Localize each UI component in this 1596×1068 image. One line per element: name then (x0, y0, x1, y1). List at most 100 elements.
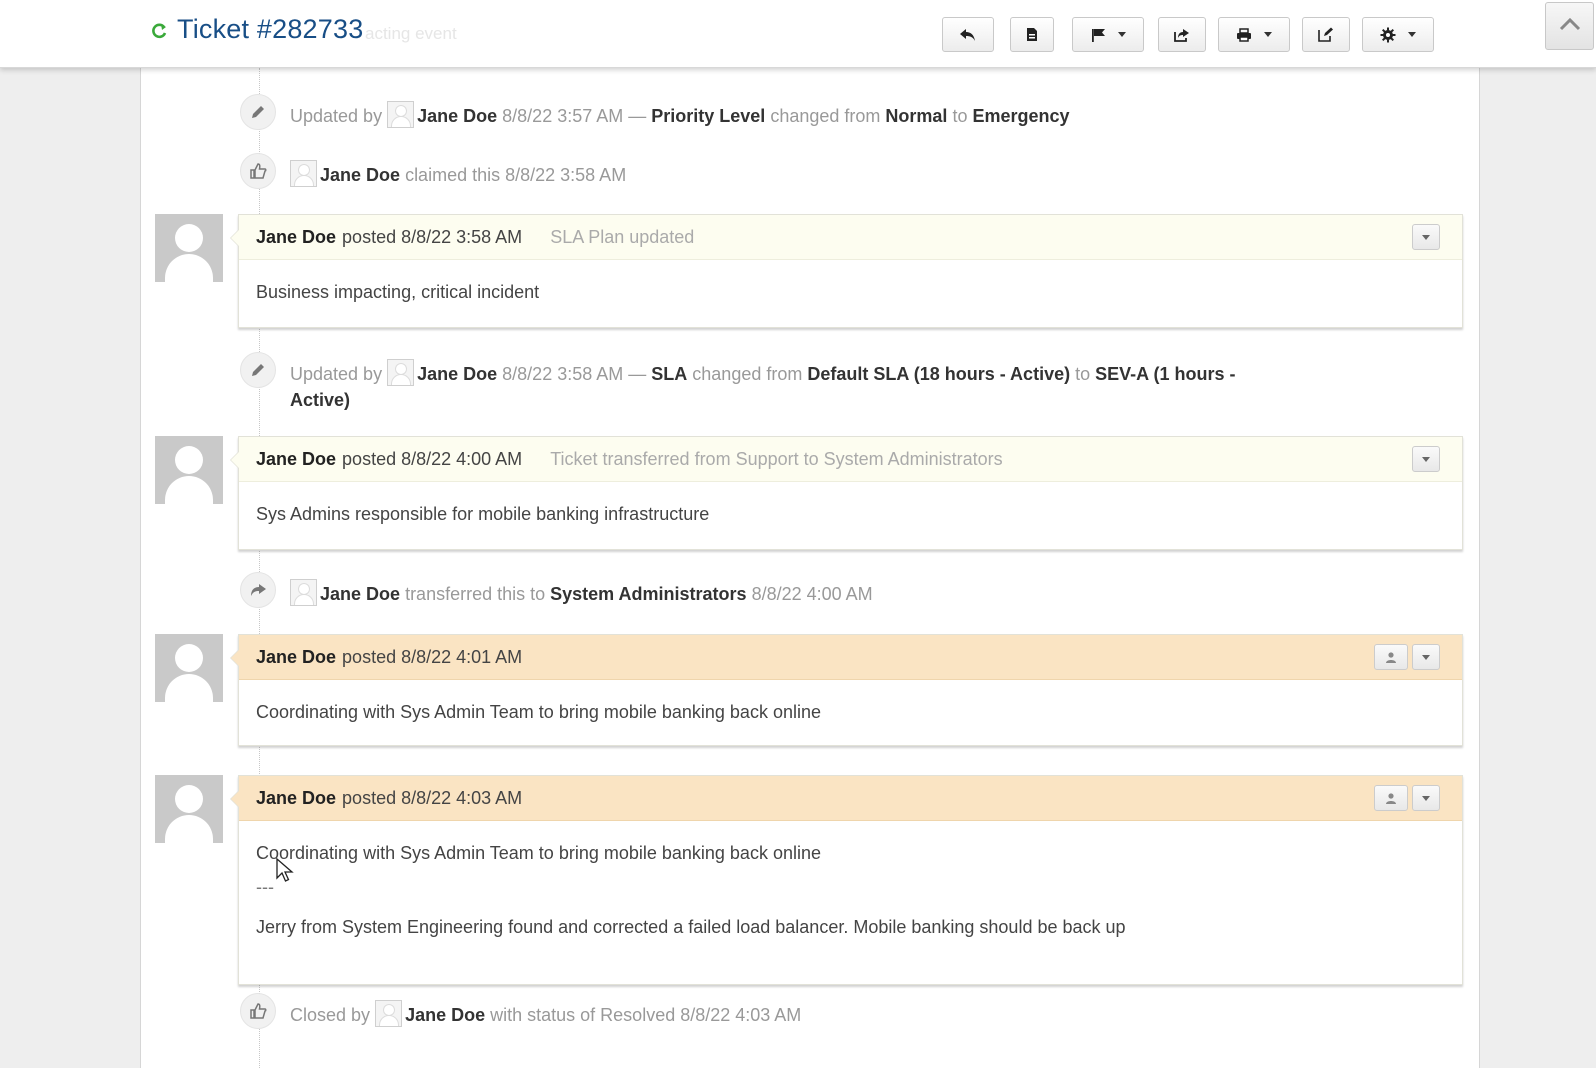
event-target: System Administrators (550, 584, 747, 604)
event-action: with status of Resolved 8/8/22 4:03 AM (490, 1005, 802, 1025)
post-body: Business impacting, critical incident (239, 260, 1462, 322)
post-timestamp: posted 8/8/22 4:03 AM (342, 787, 523, 808)
event-to-text: to (952, 106, 968, 126)
user-avatar (290, 579, 317, 606)
event-text: Jane Doe transferred this to System Admi… (290, 579, 873, 607)
event-action: transferred this to (405, 584, 546, 604)
post-body-text: Business impacting, critical incident (256, 282, 540, 302)
print-dropdown-button[interactable] (1218, 17, 1290, 52)
thumbs-up-icon (240, 153, 276, 189)
refresh-icon[interactable] (150, 21, 170, 43)
event-from-value: Normal (885, 106, 948, 126)
event-from-value: Default SLA (18 hours - Active) (807, 364, 1071, 384)
transfer-button[interactable] (1158, 17, 1206, 52)
post-title: Ticket transferred from Support to Syste… (550, 448, 1003, 469)
save-button[interactable] (1010, 17, 1054, 52)
event-text: Closed by Jane Doe with status of Resolv… (290, 1000, 801, 1028)
event-changed-text: changed from (770, 106, 881, 126)
scroll-to-top-button[interactable] (1545, 2, 1594, 50)
thread-event-transferred: Jane Doe transferred this to System Admi… (240, 572, 873, 608)
post-header: Jane Doe posted 8/8/22 4:03 AM (239, 776, 1462, 821)
event-prefix: Updated by (290, 364, 383, 384)
thumbs-up-icon (240, 993, 276, 1029)
thread-event-priority-change: Updated by Jane Doe 8/8/22 3:57 AM — Pri… (240, 94, 1070, 130)
post-header: Jane Doe posted 8/8/22 4:01 AM (239, 635, 1462, 680)
settings-dropdown-button[interactable] (1362, 17, 1434, 52)
event-field: SLA (651, 364, 688, 384)
post-body-text: Coordinating with Sys Admin Team to brin… (256, 843, 821, 863)
chevron-up-icon (1559, 17, 1581, 36)
chevron-down-icon (1408, 32, 1416, 37)
post-body-text: Sys Admins responsible for mobile bankin… (256, 504, 710, 524)
event-text: Updated by Jane Doe 8/8/22 3:57 AM — Pri… (290, 101, 1070, 129)
thread-event-sla-change: Updated by Jane Doe 8/8/22 3:58 AM — SLA… (240, 352, 1350, 412)
user-avatar (375, 1000, 403, 1027)
event-user[interactable]: Jane Doe (417, 106, 497, 126)
post-author[interactable]: Jane Doe (256, 449, 336, 470)
chevron-down-icon (1422, 654, 1430, 660)
pencil-icon (240, 352, 276, 388)
event-changed-text: changed from (692, 364, 803, 384)
post-user-button[interactable] (1374, 644, 1408, 670)
event-to-value: Emergency (972, 106, 1070, 126)
post-body: Coordinating with Sys Admin Team to brin… (239, 821, 1462, 957)
event-user[interactable]: Jane Doe (320, 165, 400, 185)
thread-event-claimed: Jane Doe claimed this 8/8/22 3:58 AM (240, 153, 626, 189)
event-to-text: to (1075, 364, 1091, 384)
reply-icon (959, 28, 977, 42)
pencil-icon (240, 94, 276, 130)
post-title: SLA Plan updated (550, 226, 695, 247)
print-icon (1236, 27, 1252, 42)
post-timestamp: posted 8/8/22 3:58 AM (342, 226, 523, 247)
event-time: 8/8/22 3:58 AM — (502, 364, 647, 384)
event-user[interactable]: Jane Doe (405, 1005, 485, 1025)
post-author[interactable]: Jane Doe (256, 227, 336, 248)
user-icon (1385, 788, 1397, 809)
mouse-cursor-icon (276, 857, 294, 889)
event-text: Jane Doe claimed this 8/8/22 3:58 AM (290, 160, 626, 188)
thread-event-closed: Closed by Jane Doe with status of Resolv… (240, 993, 801, 1029)
avatar (155, 634, 223, 702)
post-author[interactable]: Jane Doe (256, 788, 336, 809)
post-user-button[interactable] (1374, 785, 1408, 811)
ticket-title[interactable]: Ticket #282733 (177, 14, 363, 45)
share-icon (1174, 28, 1190, 42)
event-field: Priority Level (651, 106, 766, 126)
post-timestamp: posted 8/8/22 4:00 AM (342, 448, 523, 469)
event-user[interactable]: Jane Doe (320, 584, 400, 604)
avatar (155, 436, 223, 504)
post-options-button[interactable] (1412, 785, 1440, 811)
ticket-header: Ticket #282733 acting event (0, 0, 1596, 68)
thread-post-note: Jane Doe posted 8/8/22 4:00 AM Ticket tr… (230, 436, 1463, 550)
post-options-button[interactable] (1412, 446, 1440, 472)
edit-button[interactable] (1302, 17, 1350, 52)
event-time: 8/8/22 3:57 AM — (502, 106, 647, 126)
event-user[interactable]: Jane Doe (417, 364, 497, 384)
chevron-down-icon (1422, 795, 1430, 801)
post-body: Coordinating with Sys Admin Team to brin… (239, 680, 1462, 742)
event-to-value: SEV-A (1 hours - (1095, 364, 1236, 384)
thread-post-note: Jane Doe posted 8/8/22 3:58 AM SLA Plan … (230, 214, 1463, 328)
file-icon (1026, 27, 1038, 42)
share-icon (240, 572, 276, 608)
user-avatar (290, 160, 317, 187)
post-body-text: Jerry from System Engineering found and … (256, 917, 1126, 937)
post-header: Jane Doe posted 8/8/22 3:58 AM SLA Plan … (239, 215, 1462, 260)
chevron-down-icon (1117, 32, 1126, 37)
post-options-button[interactable] (1412, 644, 1440, 670)
thread-post-response: Jane Doe posted 8/8/22 4:01 AM Coordinat… (230, 634, 1463, 746)
chevron-down-icon (1422, 234, 1430, 240)
user-avatar (387, 359, 415, 386)
avatar (155, 214, 223, 282)
edit-icon (1318, 27, 1334, 42)
gear-icon (1380, 27, 1396, 43)
reply-button[interactable] (942, 17, 994, 52)
post-body: Sys Admins responsible for mobile bankin… (239, 482, 1462, 544)
post-options-button[interactable] (1412, 224, 1440, 250)
post-author[interactable]: Jane Doe (256, 647, 336, 668)
post-body-text: Coordinating with Sys Admin Team to brin… (256, 702, 821, 722)
event-time: 8/8/22 4:00 AM (751, 584, 873, 604)
flag-dropdown-button[interactable] (1072, 17, 1144, 52)
flag-icon (1091, 28, 1106, 42)
event-action: claimed this 8/8/22 3:58 AM (405, 165, 627, 185)
